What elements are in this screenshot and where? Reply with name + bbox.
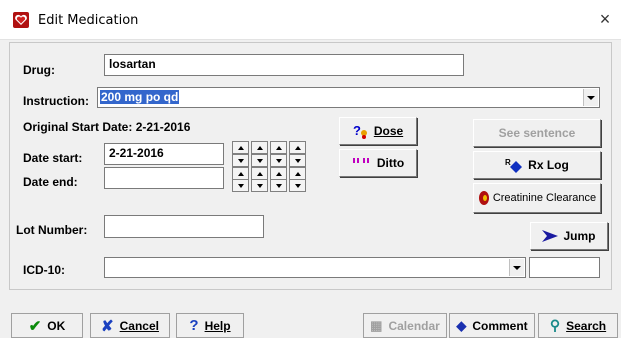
date-start-value: 2-21-2016 — [109, 146, 164, 160]
date-start-input[interactable]: 2-21-2016 — [104, 143, 224, 165]
dose-button[interactable]: ? Dose — [339, 117, 417, 145]
x-icon: ✘ — [101, 317, 114, 335]
search-label: Search — [566, 318, 607, 333]
date-end-week-down[interactable] — [289, 179, 306, 192]
rx-log-button[interactable]: R Rx Log — [473, 151, 601, 179]
instruction-value: 200 mg po qd — [100, 90, 180, 104]
question-icon: ? — [189, 317, 199, 334]
icd10-select[interactable] — [104, 257, 526, 278]
date-end-year-down[interactable] — [270, 179, 287, 192]
date-start-week-up[interactable] — [289, 141, 306, 154]
rx-log-label: Rx Log — [528, 158, 569, 172]
original-start-date: Original Start Date: 2-21-2016 — [23, 120, 191, 134]
ditto-label: Ditto — [376, 156, 405, 170]
title-bar: Edit Medication × — [0, 0, 621, 40]
lot-number-input[interactable] — [104, 215, 264, 238]
svg-text:R: R — [505, 158, 511, 167]
icd10-label: ICD-10: — [23, 263, 66, 277]
jump-arrow-icon — [542, 230, 559, 242]
app-heart-icon — [13, 12, 29, 28]
date-start-label: Date start: — [23, 151, 83, 165]
instruction-select[interactable]: 200 mg po qd — [97, 87, 600, 108]
cancel-label: Cancel — [119, 318, 159, 333]
date-start-day-down[interactable] — [251, 154, 268, 167]
rx-log-icon: R — [505, 158, 523, 173]
date-start-week-down[interactable] — [289, 154, 306, 167]
date-end-day-down[interactable] — [251, 179, 268, 192]
pin-icon: ⚲ — [549, 317, 561, 333]
chevron-down-icon[interactable] — [509, 259, 524, 276]
date-end-input[interactable] — [104, 167, 224, 189]
checkmark-icon: ✔ — [28, 317, 42, 335]
see-sentence-button[interactable]: See sentence — [473, 119, 601, 147]
help-button[interactable]: ? Help — [176, 313, 244, 338]
ok-button[interactable]: ✔ OK — [11, 313, 83, 338]
drug-value: losartan — [109, 57, 156, 71]
diamond-icon: ◆ — [456, 317, 467, 333]
calendar-label: Calendar — [388, 318, 440, 333]
dose-icon: ? — [353, 123, 367, 139]
kidney-icon — [478, 191, 489, 205]
svg-text:?: ? — [353, 123, 361, 138]
instruction-label: Instruction: — [23, 94, 89, 108]
date-start-year-down[interactable] — [270, 154, 287, 167]
lot-number-label: Lot Number: — [16, 223, 88, 237]
date-end-month-down[interactable] — [232, 179, 249, 192]
comment-button[interactable]: ◆ Comment — [449, 313, 535, 338]
ok-label: OK — [47, 318, 66, 333]
calendar-button[interactable]: ▦ Calendar — [363, 313, 447, 338]
date-start-day-up[interactable] — [251, 141, 268, 154]
calendar-icon: ▦ — [370, 317, 383, 333]
help-label: Help — [204, 318, 231, 333]
ditto-button[interactable]: Ditto — [339, 149, 417, 177]
bottom-toolbar: ✔ OK ✘ Cancel ? Help ▦ Calendar ◆ Commen… — [0, 303, 621, 338]
drug-input[interactable]: losartan — [104, 54, 464, 76]
jump-button[interactable]: Jump — [530, 222, 608, 250]
creatinine-clearance-button[interactable]: Creatinine Clearance — [473, 183, 601, 213]
jump-label: Jump — [563, 229, 596, 243]
icd10-code-input[interactable] — [529, 257, 600, 278]
close-icon[interactable]: × — [595, 9, 615, 29]
drug-label: Drug: — [23, 63, 55, 77]
date-end-label: Date end: — [23, 175, 78, 189]
window-title: Edit Medication — [38, 13, 139, 28]
date-start-month-up[interactable] — [232, 141, 249, 154]
see-sentence-label: See sentence — [498, 126, 576, 140]
comment-label: Comment — [472, 318, 528, 333]
date-start-year-up[interactable] — [270, 141, 287, 154]
cancel-button[interactable]: ✘ Cancel — [90, 313, 170, 338]
search-button[interactable]: ⚲ Search — [538, 313, 618, 338]
date-start-month-down[interactable] — [232, 154, 249, 167]
creatinine-clearance-label: Creatinine Clearance — [492, 192, 597, 204]
chevron-down-icon[interactable] — [583, 89, 598, 106]
ditto-marks-icon — [352, 158, 369, 163]
dose-label: Dose — [373, 124, 404, 138]
